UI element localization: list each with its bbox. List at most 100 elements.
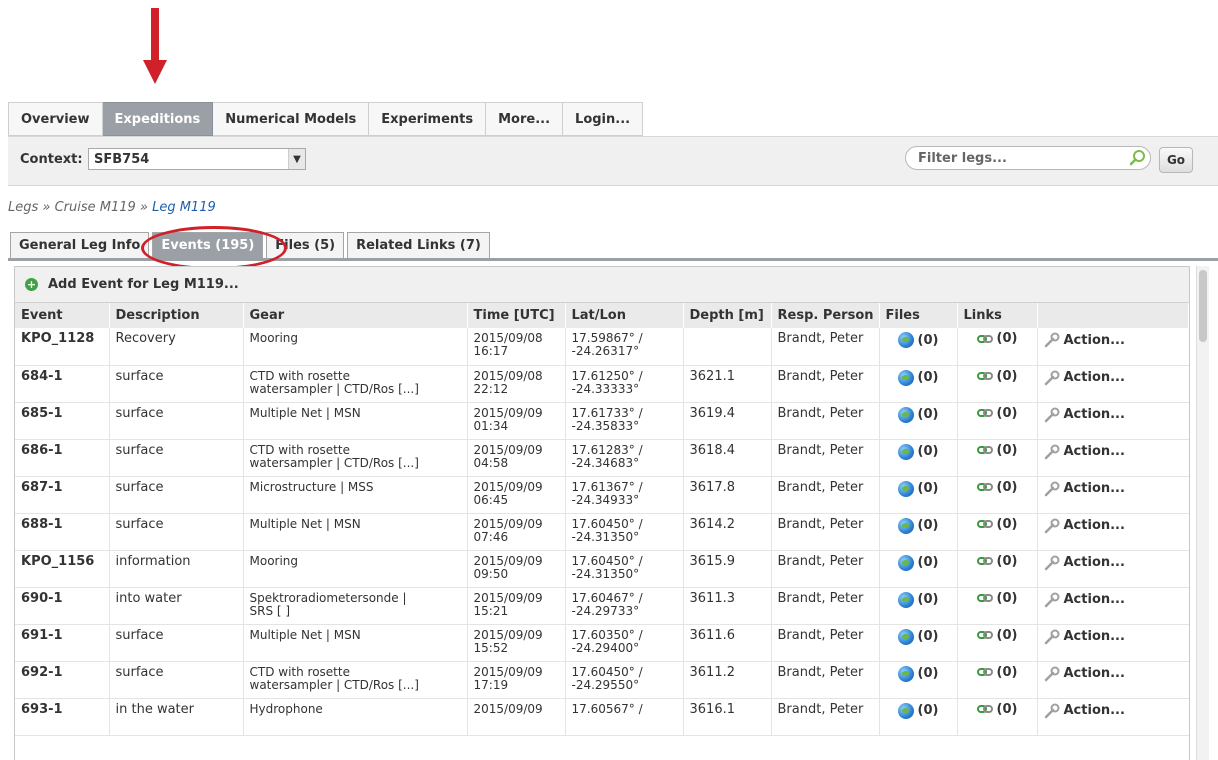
col-gear[interactable]: Gear — [243, 303, 468, 328]
col-description[interactable]: Description — [109, 303, 244, 328]
tab-general-leg-info[interactable]: General Leg Info — [10, 232, 150, 258]
event-files[interactable]: (0) — [879, 513, 958, 551]
table-row[interactable]: KPO_1156 information Mooring 2015/09/09 0… — [15, 550, 1189, 588]
event-action[interactable]: Action... — [1037, 328, 1189, 366]
go-button[interactable]: Go — [1159, 147, 1193, 173]
table-row[interactable]: 693-1 in the water Hydrophone 2015/09/09… — [15, 698, 1189, 736]
table-row[interactable]: 690-1 into water Spektroradiometersonde … — [15, 587, 1189, 625]
breadcrumb: Legs » Cruise M119 » Leg M119 — [8, 200, 216, 215]
event-time: 2015/09/08 16:17 — [467, 328, 566, 366]
event-files[interactable]: (0) — [879, 550, 958, 588]
breadcrumb-cruise[interactable]: Cruise M119 — [55, 200, 136, 215]
table-row[interactable]: 688-1 surface Multiple Net | MSN 2015/09… — [15, 513, 1189, 551]
event-action[interactable]: Action... — [1037, 476, 1189, 514]
event-links[interactable]: (0) — [957, 587, 1038, 625]
tab-expeditions[interactable]: Expeditions — [102, 102, 214, 136]
scrollbar[interactable] — [1196, 266, 1209, 760]
event-links[interactable]: (0) — [957, 624, 1038, 662]
table-row[interactable]: 685-1 surface Multiple Net | MSN 2015/09… — [15, 402, 1189, 440]
event-links[interactable]: (0) — [957, 661, 1038, 699]
chevron-down-icon[interactable]: ▼ — [288, 149, 305, 169]
event-action[interactable]: Action... — [1037, 624, 1189, 662]
table-row[interactable]: 692-1 surface CTD with rosette watersampl… — [15, 661, 1189, 699]
context-select[interactable]: SFB754 ▼ — [88, 148, 306, 170]
tab-files[interactable]: Files (5) — [266, 232, 345, 258]
event-action[interactable]: Action... — [1037, 365, 1189, 403]
event-time: 2015/09/09 09:50 — [467, 550, 566, 588]
event-files[interactable]: (0) — [879, 328, 958, 366]
breadcrumb-leg[interactable]: Leg M119 — [152, 200, 216, 215]
add-event-label: Add Event for Leg M119... — [48, 277, 239, 292]
event-id[interactable]: 687-1 — [15, 476, 110, 514]
event-action[interactable]: Action... — [1037, 402, 1189, 440]
event-action[interactable]: Action... — [1037, 550, 1189, 588]
event-files[interactable]: (0) — [879, 661, 958, 699]
col-depth[interactable]: Depth [m] — [683, 303, 772, 328]
table-row[interactable]: 686-1 surface CTD with rosette watersampl… — [15, 439, 1189, 477]
col-links[interactable]: Links — [957, 303, 1038, 328]
tab-login[interactable]: Login... — [563, 102, 644, 136]
table-row[interactable]: 684-1 surface CTD with rosette watersampl… — [15, 365, 1189, 403]
event-links[interactable]: (0) — [957, 439, 1038, 477]
table-row[interactable]: KPO_1128 Recovery Mooring 2015/09/08 16:1… — [15, 328, 1189, 366]
search-icon[interactable] — [1126, 146, 1150, 170]
event-links[interactable]: (0) — [957, 513, 1038, 551]
event-id[interactable]: 684-1 — [15, 365, 110, 403]
scrollbar-thumb[interactable] — [1199, 270, 1207, 342]
event-files[interactable]: (0) — [879, 476, 958, 514]
event-files[interactable]: (0) — [879, 698, 958, 736]
event-action[interactable]: Action... — [1037, 587, 1189, 625]
event-files[interactable]: (0) — [879, 587, 958, 625]
table-row[interactable]: 687-1 surface Microstructure | MSS 2015/… — [15, 476, 1189, 514]
event-files[interactable]: (0) — [879, 402, 958, 440]
col-person[interactable]: Resp. Person — [771, 303, 880, 328]
tab-events[interactable]: Events (195) — [152, 232, 264, 258]
add-event-button[interactable]: + Add Event for Leg M119... — [15, 267, 1189, 303]
event-gear: Mooring — [243, 550, 468, 588]
event-links[interactable]: (0) — [957, 365, 1038, 403]
event-id[interactable]: 686-1 — [15, 439, 110, 477]
tab-experiments[interactable]: Experiments — [369, 102, 487, 136]
event-action[interactable]: Action... — [1037, 513, 1189, 551]
col-event[interactable]: Event — [15, 303, 110, 328]
col-files[interactable]: Files — [879, 303, 958, 328]
event-depth: 3619.4 — [683, 402, 772, 440]
tab-numerical-models[interactable]: Numerical Models — [213, 102, 370, 136]
event-time: 2015/09/08 22:12 — [467, 365, 566, 403]
event-id[interactable]: 690-1 — [15, 587, 110, 625]
event-links[interactable]: (0) — [957, 402, 1038, 440]
event-id[interactable]: KPO_1156 — [15, 550, 110, 588]
event-files[interactable]: (0) — [879, 624, 958, 662]
event-id[interactable]: 691-1 — [15, 624, 110, 662]
add-icon: + — [25, 278, 38, 291]
files-count: (0) — [917, 703, 939, 718]
event-links[interactable]: (0) — [957, 328, 1038, 366]
event-links[interactable]: (0) — [957, 550, 1038, 588]
event-id[interactable]: 692-1 — [15, 661, 110, 699]
col-latlon[interactable]: Lat/Lon — [565, 303, 684, 328]
event-description: surface — [109, 365, 244, 403]
event-action[interactable]: Action... — [1037, 698, 1189, 736]
table-header-row: Event Description Gear Time [UTC] Lat/Lo… — [15, 303, 1189, 328]
event-description: surface — [109, 624, 244, 662]
event-id[interactable]: KPO_1128 — [15, 328, 110, 366]
col-time[interactable]: Time [UTC] — [467, 303, 566, 328]
filter-input[interactable]: Filter legs... — [905, 146, 1151, 170]
event-person: Brandt, Peter — [771, 328, 880, 366]
context-label: Context: — [20, 152, 83, 167]
event-id[interactable]: 685-1 — [15, 402, 110, 440]
event-id[interactable]: 688-1 — [15, 513, 110, 551]
event-files[interactable]: (0) — [879, 439, 958, 477]
event-links[interactable]: (0) — [957, 476, 1038, 514]
table-row[interactable]: 691-1 surface Multiple Net | MSN 2015/09… — [15, 624, 1189, 662]
event-links[interactable]: (0) — [957, 698, 1038, 736]
event-id[interactable]: 693-1 — [15, 698, 110, 736]
tab-more[interactable]: More... — [486, 102, 564, 136]
event-depth: 3618.4 — [683, 439, 772, 477]
event-action[interactable]: Action... — [1037, 661, 1189, 699]
tab-related-links[interactable]: Related Links (7) — [347, 232, 490, 258]
breadcrumb-legs[interactable]: Legs — [8, 200, 38, 215]
event-files[interactable]: (0) — [879, 365, 958, 403]
event-action[interactable]: Action... — [1037, 439, 1189, 477]
tab-overview[interactable]: Overview — [8, 102, 103, 136]
